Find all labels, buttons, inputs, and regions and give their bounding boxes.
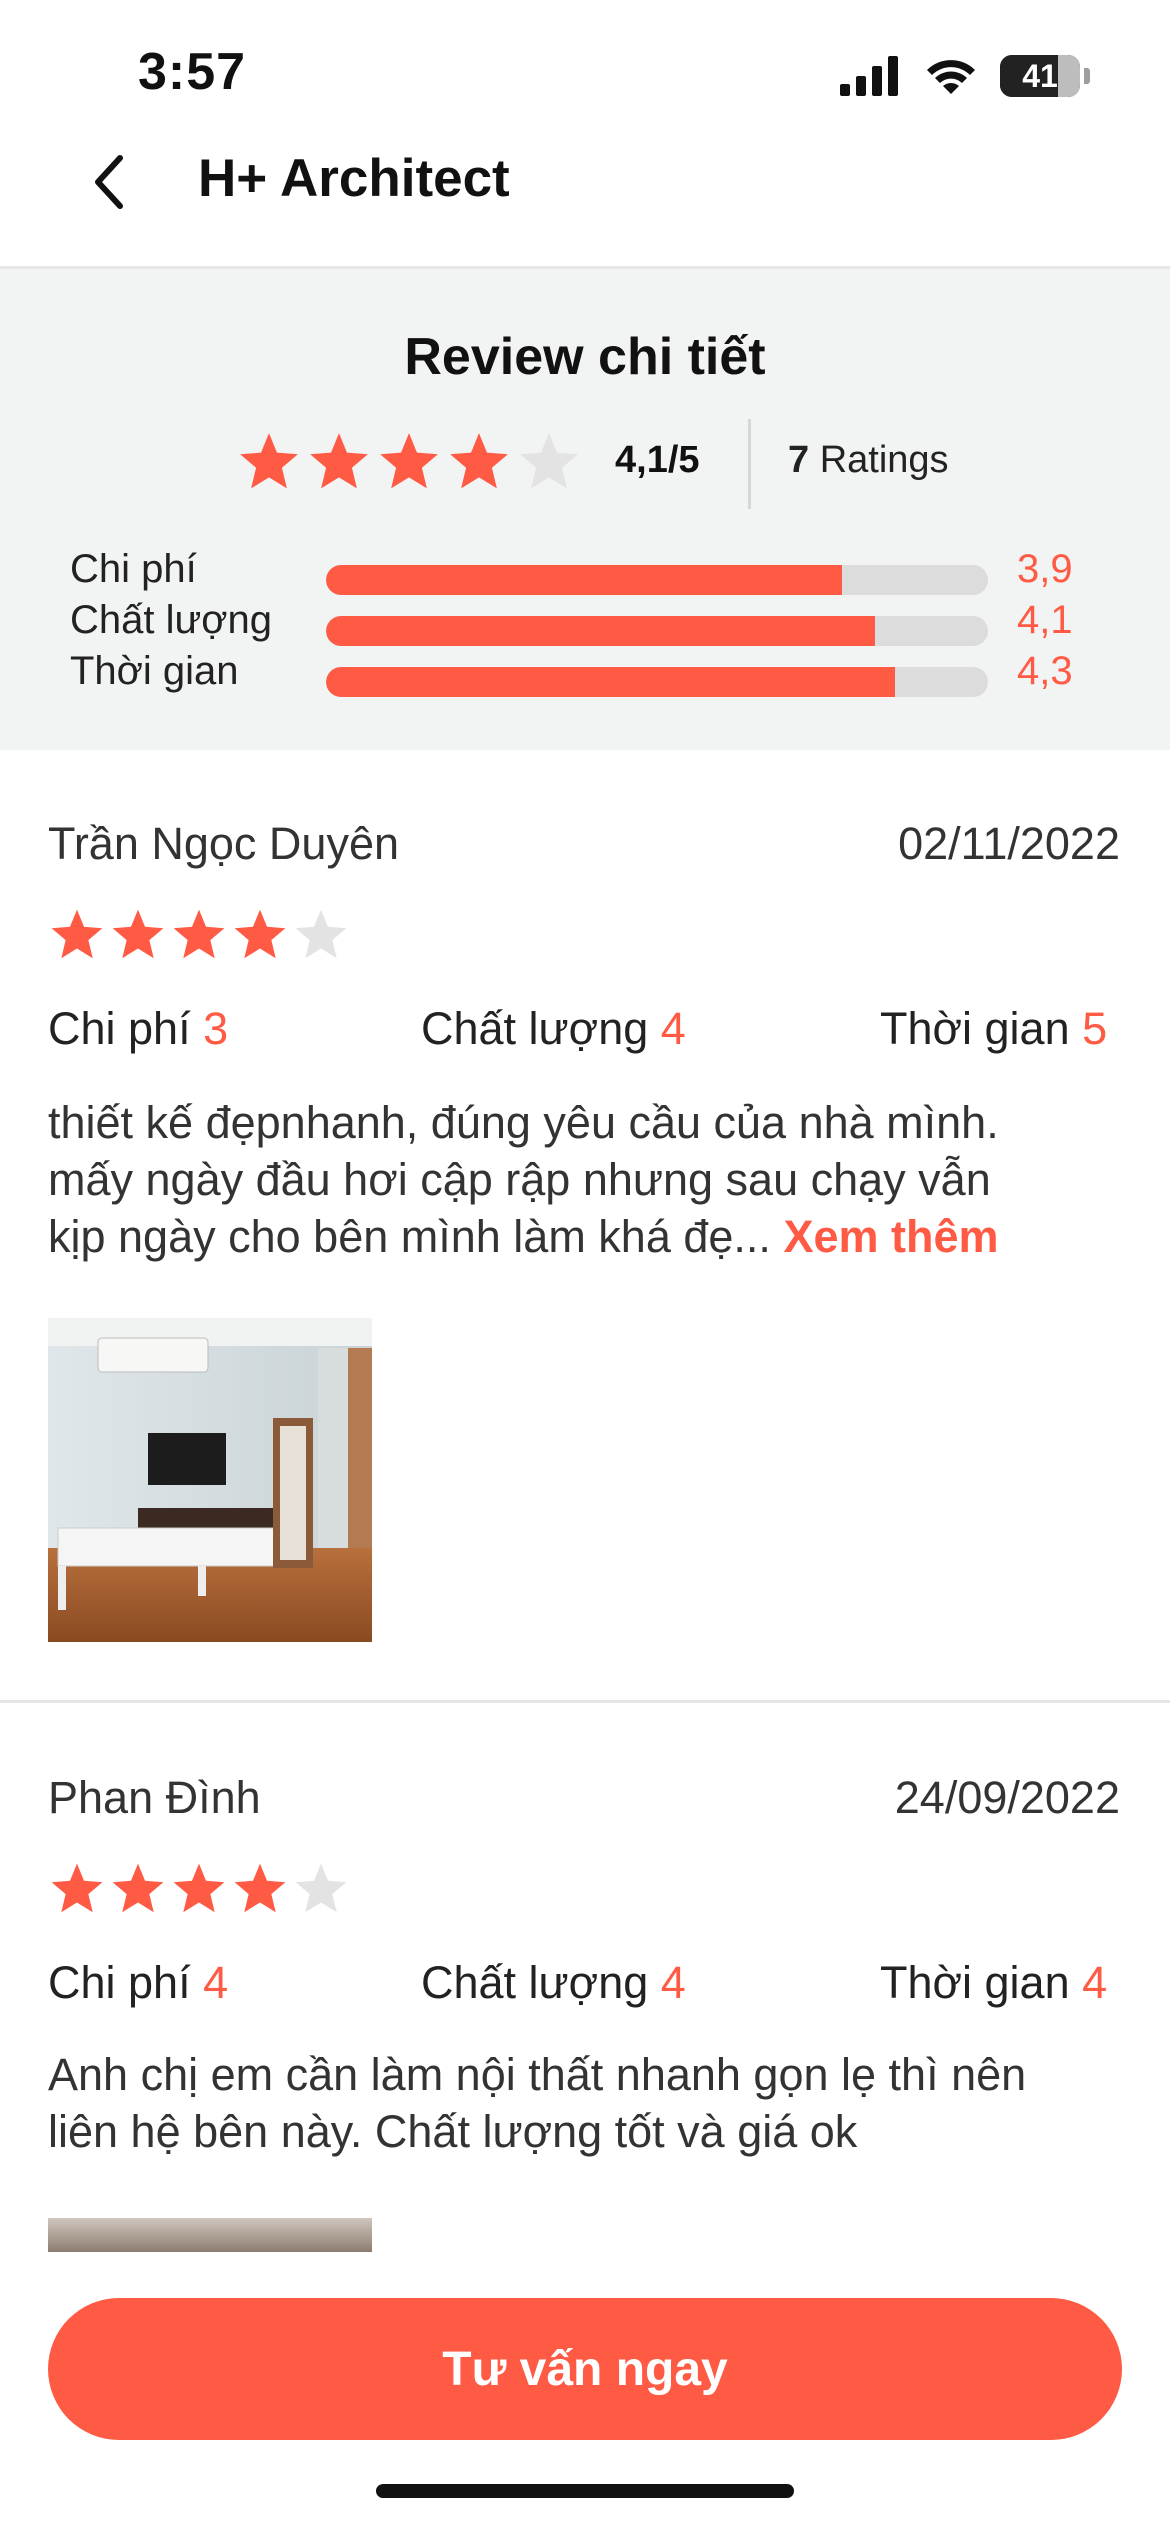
star-icon [310,433,368,489]
criterion-label: Thời gian [880,1003,1070,1054]
review-photo[interactable] [48,1318,372,1642]
star-icon [234,909,286,959]
criterion-value: 3,9 [1017,547,1073,591]
star-icon [173,1863,225,1913]
review-criterion-cost: Chi phí 4 [48,1957,228,2009]
review-text: thiết kế đẹpnhanh, đúng yêu cầu của nhà … [48,1094,1128,1265]
star-icon [51,909,103,959]
criterion-label: Chất lượng [70,598,272,642]
summary-score: 4,1/5 [615,439,700,481]
battery-tip [1084,68,1090,84]
review-criterion-cost: Chi phí 3 [48,1003,228,1055]
criterion-bar-fill [326,616,876,646]
review-criterion-time: Thời gian 4 [880,1957,1107,2009]
review-stars [48,1860,350,1918]
summary-title: Review chi tiết [404,328,766,386]
see-more-link[interactable]: Xem thêm [783,1211,998,1262]
status-time: 3:57 [138,43,247,101]
criterion-label: Chi phí [48,1957,191,2008]
star-icon [173,909,225,959]
star-icon [51,1863,103,1913]
star-icon [112,1863,164,1913]
battery-level: 41 [1022,57,1058,94]
review-stars [48,906,350,964]
criterion-row: Chất lượng 4,1 [70,598,1100,648]
criterion-label: Chi phí [70,547,197,591]
criterion-label: Thời gian [880,1957,1070,2008]
review-divider [0,1700,1170,1703]
reviewer-name: Phan Đình [48,1772,261,1823]
review-date: 02/11/2022 [898,818,1120,869]
summary-stars [236,429,582,495]
signal-icon [840,56,898,96]
ratings-count: 7 Ratings [788,439,949,482]
criterion-bar-fill [326,667,896,697]
criterion-bar [326,616,988,646]
star-icon [240,433,298,489]
wifi-icon [927,60,975,94]
home-indicator [376,2484,794,2498]
star-icon [234,1863,286,1913]
back-arrow-icon [95,155,123,209]
battery-icon: 41 [1000,55,1080,97]
review-text: Anh chị em cần làm nội thất nhanh gọn lẹ… [48,2046,1128,2160]
review-text-line: mấy ngày đầu hơi cập rập nhưng sau chạy … [48,1154,991,1205]
star-icon [112,909,164,959]
review-text-line: Anh chị em cần làm nội thất nhanh gọn lẹ… [48,2049,1027,2100]
criterion-row: Thời gian 4,3 [70,649,1100,699]
review-text-line: liên hệ bên này. Chất lượng tốt và giá o… [48,2106,858,2157]
reviewer-name: Trần Ngọc Duyên [48,818,399,869]
ratings-count-number: 7 [788,439,810,481]
criterion-bar [326,667,988,697]
review-photo-image [48,1318,372,1642]
criterion-score: 4 [1082,1957,1108,2008]
review-criterion-time: Thời gian 5 [880,1003,1107,1055]
review-criterion-quality: Chất lượng 4 [421,1957,686,2009]
review-text-line: kịp ngày cho bên mình làm khá đẹ... [48,1211,771,1262]
criterion-value: 4,1 [1017,598,1073,642]
criterion-score: 5 [1082,1003,1108,1054]
back-button[interactable] [78,150,142,214]
criterion-bar-fill [326,565,843,595]
criterion-value: 4,3 [1017,649,1073,693]
star-icon [450,433,508,489]
criterion-score: 4 [660,1957,686,2008]
review-text-line: kịp ngày cho bên mình làm khá đẹ... Xem … [48,1208,1128,1265]
criterion-label: Chi phí [48,1003,191,1054]
review-date: 24/09/2022 [894,1772,1120,1823]
criterion-score: 3 [203,1003,229,1054]
review-photo[interactable] [48,2218,372,2252]
star-icon [520,433,578,489]
criterion-label: Chất lượng [421,1003,649,1054]
summary-divider [748,419,751,509]
review-criterion-quality: Chất lượng 4 [421,1003,686,1055]
criterion-row: Chi phí 3,9 [70,547,1100,597]
star-icon [295,1863,347,1913]
star-icon [380,433,438,489]
criterion-label: Thời gian [70,649,239,693]
rating-summary: Review chi tiết 4,1/5 7 Ratings Chi phí … [0,269,1170,750]
criterion-label: Chất lượng [421,1957,649,2008]
page-title: H+ Architect [198,149,510,208]
consult-now-button[interactable]: Tư vấn ngay [48,2298,1122,2440]
criterion-bar [326,565,988,595]
ratings-count-label: Ratings [819,439,949,481]
criterion-score: 4 [660,1003,686,1054]
star-icon [295,909,347,959]
criterion-score: 4 [203,1957,229,2008]
status-icons: 41 [840,52,1090,100]
review-text-line: thiết kế đẹpnhanh, đúng yêu cầu của nhà … [48,1097,999,1148]
